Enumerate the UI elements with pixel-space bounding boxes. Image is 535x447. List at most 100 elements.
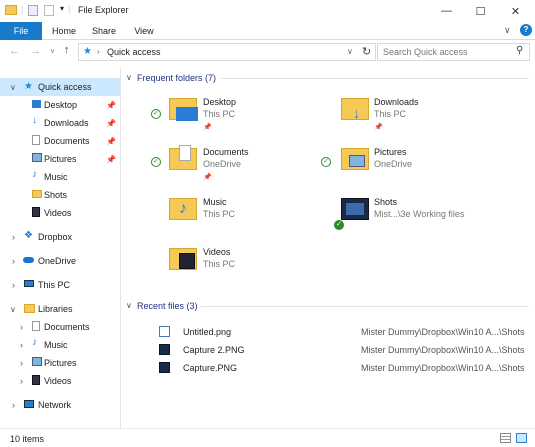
nav-label: Documents — [44, 322, 90, 332]
tab-view[interactable]: View — [126, 22, 162, 40]
chevron-down-icon[interactable]: ∨ — [10, 83, 16, 92]
nav-lib-pictures[interactable]: › Pictures — [0, 354, 120, 372]
pictures-folder-icon — [341, 148, 369, 170]
back-icon[interactable]: ← — [9, 45, 20, 57]
breadcrumb-chevron-icon[interactable]: › — [97, 47, 100, 56]
downloads-folder-icon: ↓ — [341, 98, 369, 121]
nav-label: Libraries — [38, 304, 73, 314]
large-icons-view-icon[interactable] — [516, 433, 527, 443]
folder-tile-downloads[interactable]: ↓ 📌 Downloads This PC — [321, 94, 531, 134]
ribbon-expand-icon[interactable]: ∨ — [504, 25, 511, 36]
chevron-right-icon[interactable]: › — [20, 376, 23, 386]
chevron-right-icon[interactable]: › — [12, 400, 15, 410]
nav-lib-documents[interactable]: › Documents — [0, 318, 120, 336]
recent-file-row[interactable]: Capture 2.PNG Mister Dummy\Dropbox\Win10… — [157, 342, 529, 360]
chevron-right-icon[interactable]: › — [20, 322, 23, 332]
item-count: 10 items — [10, 434, 45, 444]
folder-tile-pictures[interactable]: Pictures OneDrive — [321, 144, 531, 184]
search-box[interactable]: Search Quick access ⚲ — [377, 43, 530, 61]
chevron-right-icon[interactable]: › — [12, 280, 15, 290]
sync-check-icon: ✓ — [321, 157, 331, 167]
folder-tile-music[interactable]: ♪ Music This PC — [151, 194, 311, 234]
star-icon: ★ — [24, 81, 33, 92]
nav-label: Documents — [44, 136, 90, 146]
folder-tile-desktop[interactable]: 📌 Desktop This PC — [151, 94, 311, 134]
folder-tile-documents[interactable]: 📌 Documents OneDrive — [151, 144, 311, 184]
nav-label: Downloads — [44, 118, 89, 128]
nav-videos[interactable]: Videos — [0, 204, 120, 222]
minimize-button[interactable]: — — [430, 0, 463, 22]
section-divider — [221, 78, 529, 79]
up-icon[interactable]: ↑ — [64, 44, 70, 56]
nav-dropbox[interactable]: › ❖ Dropbox — [0, 228, 120, 246]
nav-label: Network — [38, 400, 72, 410]
sync-check-icon: ✓ — [151, 157, 161, 167]
nav-lib-videos[interactable]: › Videos — [0, 372, 120, 390]
new-folder-icon[interactable] — [44, 5, 54, 16]
chevron-right-icon[interactable]: › — [20, 340, 23, 350]
window-title: File Explorer — [78, 5, 129, 15]
shots-folder-icon — [341, 198, 369, 220]
nav-shots[interactable]: Shots — [0, 186, 120, 204]
recent-file-row[interactable]: Untitled.png Mister Dummy\Dropbox\Win10 … — [157, 324, 529, 342]
recent-files-header[interactable]: Recent files (3) — [137, 301, 198, 311]
folder-tile-shots[interactable]: Shots Mist...\3e Working files — [321, 194, 531, 234]
pin-icon[interactable]: 📌 — [106, 137, 116, 146]
nav-downloads[interactable]: ↓ Downloads 📌 — [0, 114, 120, 132]
image-file-icon — [159, 362, 170, 373]
refresh-icon[interactable]: ↻ — [362, 45, 371, 58]
chevron-down-icon[interactable]: ∨ — [126, 301, 132, 310]
nav-label: Music — [44, 340, 68, 350]
ribbon-tabs: File Home Share View ∨ ? — [0, 22, 535, 40]
qat-dropdown-icon[interactable]: ▾ — [60, 4, 64, 13]
folder-app-icon — [5, 5, 17, 15]
nav-lib-music[interactable]: › ♪ Music — [0, 336, 120, 354]
search-input[interactable]: Search Quick access — [383, 47, 468, 57]
maximize-button[interactable]: ☐ — [464, 0, 497, 22]
search-icon[interactable]: ⚲ — [516, 45, 523, 56]
details-view-icon[interactable] — [500, 433, 511, 443]
computer-icon — [24, 280, 34, 287]
chevron-down-icon[interactable]: ∨ — [10, 305, 16, 314]
nav-onedrive[interactable]: › OneDrive — [0, 252, 120, 270]
pin-icon[interactable]: 📌 — [106, 155, 116, 164]
nav-quick-access[interactable]: ∨ ★ Quick access — [0, 78, 120, 96]
nav-libraries[interactable]: ∨ Libraries — [0, 300, 120, 318]
chevron-down-icon[interactable]: ∨ — [126, 73, 132, 82]
chevron-right-icon[interactable]: › — [12, 232, 15, 242]
tab-file[interactable]: File — [0, 22, 42, 40]
pin-icon: 📌 — [374, 124, 383, 131]
help-icon[interactable]: ? — [520, 24, 532, 36]
image-file-icon — [159, 326, 170, 337]
chevron-right-icon[interactable]: › — [20, 358, 23, 368]
forward-icon[interactable]: → — [30, 45, 41, 57]
nav-network[interactable]: › Network — [0, 396, 120, 414]
properties-icon[interactable] — [28, 5, 38, 16]
nav-pictures[interactable]: Pictures 📌 — [0, 150, 120, 168]
nav-label: Videos — [44, 208, 72, 218]
address-bar[interactable]: ★ › Quick access ∨ ↻ — [78, 43, 376, 61]
tab-share[interactable]: Share — [86, 22, 122, 40]
nav-this-pc[interactable]: › This PC — [0, 276, 120, 294]
pin-icon[interactable]: 📌 — [106, 119, 116, 128]
nav-documents[interactable]: Documents 📌 — [0, 132, 120, 150]
address-dropdown-icon[interactable]: ∨ — [347, 47, 353, 56]
nav-music[interactable]: ♪ Music — [0, 168, 120, 186]
folder-location: This PC — [203, 259, 236, 269]
image-file-icon — [159, 344, 170, 355]
pin-icon[interactable]: 📌 — [106, 101, 116, 110]
pin-icon: 📌 — [203, 174, 212, 181]
recent-locations-icon[interactable]: ∨ — [50, 47, 55, 55]
recent-file-row[interactable]: Capture.PNG Mister Dummy\Dropbox\Win10 A… — [157, 360, 529, 378]
chevron-right-icon[interactable]: › — [12, 256, 15, 266]
folder-location: OneDrive — [374, 159, 413, 169]
tab-home[interactable]: Home — [46, 22, 82, 40]
maximize-icon: ☐ — [475, 5, 486, 18]
film-icon — [32, 375, 40, 385]
frequent-folders-header[interactable]: Frequent folders (7) — [137, 73, 216, 83]
folder-tile-videos[interactable]: Videos This PC — [151, 244, 311, 284]
network-icon — [24, 400, 34, 408]
nav-label: This PC — [38, 280, 71, 290]
nav-desktop[interactable]: Desktop 📌 — [0, 96, 120, 114]
close-button[interactable]: ✕ — [499, 0, 532, 22]
